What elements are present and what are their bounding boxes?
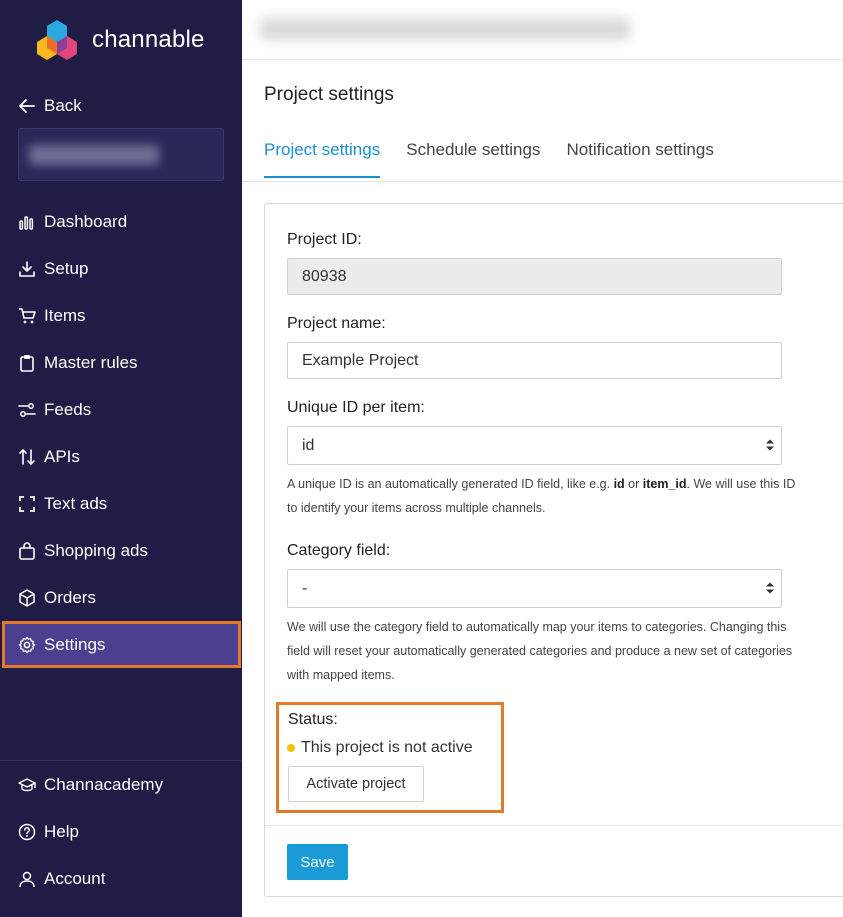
tab-project-settings[interactable]: Project settings xyxy=(264,140,381,178)
box-icon xyxy=(18,588,36,607)
gear-icon xyxy=(18,636,36,654)
feeds-icon xyxy=(18,401,36,419)
tabs-divider xyxy=(242,181,843,182)
project-id-field: 80938 xyxy=(287,258,782,295)
sidebar-item-label: Setup xyxy=(44,258,89,278)
channable-logo-icon xyxy=(37,20,77,60)
sidebar-item-feeds[interactable]: Feeds xyxy=(0,386,242,433)
project-id-label: Project ID: xyxy=(287,231,362,248)
sidebar-item-label: Master rules xyxy=(44,352,138,372)
save-button[interactable]: Save xyxy=(287,844,348,880)
arrow-left-icon xyxy=(19,99,35,113)
tab-schedule-settings[interactable]: Schedule settings xyxy=(406,140,540,178)
redacted-breadcrumb xyxy=(260,18,630,40)
status-text-line: This project is not active xyxy=(287,739,473,757)
back-link[interactable]: Back xyxy=(18,96,82,116)
sidebar-item-help[interactable]: Help xyxy=(0,808,242,855)
graduation-cap-icon xyxy=(18,776,36,794)
page-title: Project settings xyxy=(264,84,394,105)
category-field-help: We will use the category field to automa… xyxy=(287,620,793,682)
project-name-label: Project name: xyxy=(287,315,386,332)
sidebar-item-apis[interactable]: APIs xyxy=(0,433,242,480)
sidebar-item-label: APIs xyxy=(44,446,80,466)
redacted-project-name xyxy=(29,145,159,165)
status-label: Status: xyxy=(288,711,338,728)
category-field-value: - xyxy=(302,579,308,597)
channable-logo[interactable]: channable xyxy=(34,18,205,62)
project-id-value: 80938 xyxy=(302,267,347,285)
corners-icon xyxy=(18,495,36,513)
sidebar-item-orders[interactable]: Orders xyxy=(0,574,242,621)
sidebar-item-label: Help xyxy=(44,821,79,841)
sidebar-item-account[interactable]: Account xyxy=(0,855,242,902)
category-field-select[interactable]: - xyxy=(287,569,782,608)
sidebar-item-label: Settings xyxy=(44,634,106,654)
sidebar-item-label: Items xyxy=(44,305,86,325)
sidebar-item-label: Channacademy xyxy=(44,774,164,794)
shopping-bag-icon xyxy=(18,541,36,560)
status-highlight: Status: This project is not active Activ… xyxy=(276,702,504,813)
code-id: id xyxy=(613,477,625,491)
sidebar-item-items[interactable]: Items xyxy=(0,292,242,339)
sidebar-item-label: Dashboard xyxy=(44,211,128,231)
question-circle-icon xyxy=(18,823,36,841)
activate-project-button[interactable]: Activate project xyxy=(288,766,424,802)
sidebar-item-setup[interactable]: Setup xyxy=(0,245,242,292)
sidebar-item-shopping-ads[interactable]: Shopping ads xyxy=(0,527,242,574)
sidebar-item-label: Account xyxy=(44,868,106,888)
select-arrows-icon xyxy=(766,439,774,451)
sidebar-item-label: Shopping ads xyxy=(44,540,148,560)
unique-id-select[interactable]: id xyxy=(287,426,782,465)
project-settings-card: Project ID: 80938 Project name: Example … xyxy=(264,203,843,897)
sidebar-item-dashboard[interactable]: Dashboard xyxy=(0,198,242,245)
download-tray-icon xyxy=(18,260,36,278)
sidebar-bottom-nav: Channacademy Help Account xyxy=(0,761,242,902)
sidebar-item-master-rules[interactable]: Master rules xyxy=(0,339,242,386)
sidebar-item-channacademy[interactable]: Channacademy xyxy=(0,761,242,808)
status-dot-icon xyxy=(287,744,295,752)
unique-id-value: id xyxy=(302,436,315,454)
sidebar-item-settings[interactable]: Settings xyxy=(2,621,241,668)
user-icon xyxy=(18,870,36,888)
tab-notification-settings[interactable]: Notification settings xyxy=(566,140,713,178)
brand-name: channable xyxy=(92,26,205,53)
category-field-label: Category field: xyxy=(287,542,391,559)
settings-tabs: Project settings Schedule settings Notif… xyxy=(264,140,740,178)
sidebar-item-label: Feeds xyxy=(44,399,92,419)
project-name-value: Example Project xyxy=(302,351,419,369)
sidebar: channable Back Dashboard Setup Items Mas… xyxy=(0,0,242,917)
project-selector[interactable] xyxy=(18,128,224,181)
top-bar xyxy=(242,0,843,60)
sidebar-item-label: Text ads xyxy=(44,493,108,513)
sidebar-item-text-ads[interactable]: Text ads xyxy=(0,480,242,527)
back-label: Back xyxy=(44,96,82,115)
sidebar-nav: Dashboard Setup Items Master rules Feeds xyxy=(0,198,242,668)
project-name-input[interactable]: Example Project xyxy=(287,342,782,379)
cart-icon xyxy=(18,307,36,325)
select-arrows-icon xyxy=(766,582,774,594)
unique-id-label: Unique ID per item: xyxy=(287,399,425,416)
status-text: This project is not active xyxy=(301,739,473,756)
bar-chart-icon xyxy=(18,213,36,231)
card-divider xyxy=(265,825,843,826)
code-item-id: item_id xyxy=(642,477,687,491)
arrows-up-down-icon xyxy=(18,448,36,466)
unique-id-help: A unique ID is an automatically generate… xyxy=(287,477,796,515)
sidebar-item-label: Orders xyxy=(44,587,96,607)
clipboard-icon xyxy=(18,354,36,372)
